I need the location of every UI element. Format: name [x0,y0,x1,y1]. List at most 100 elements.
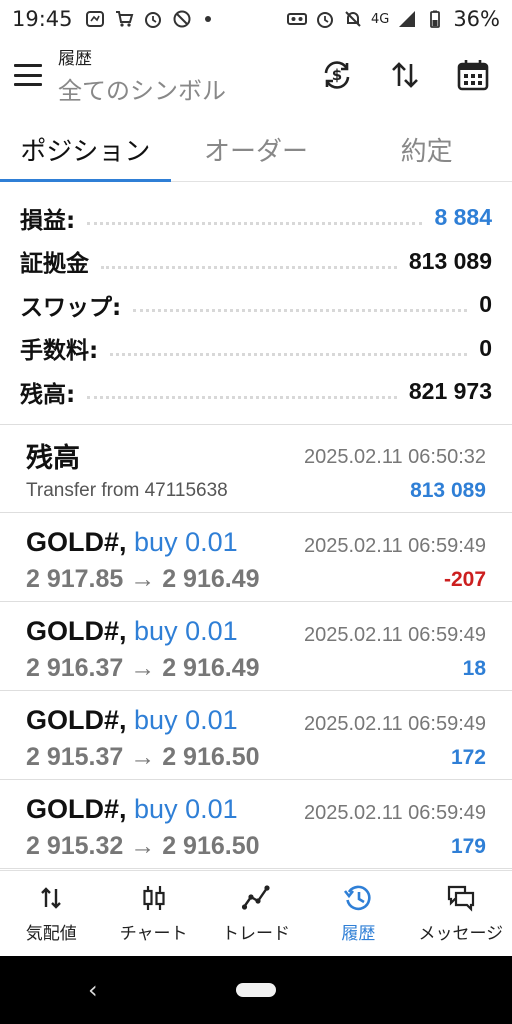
tab-deals[interactable]: 約定 [341,118,512,181]
leader-dots [110,352,468,356]
menu-icon[interactable] [14,64,42,86]
summary-row-swap: スワップ: 0 [0,283,512,327]
item-symbol: GOLD#, [26,527,127,557]
tab-positions[interactable]: ポジション [0,118,171,182]
more-notifications-dot [204,16,211,22]
item-timestamp: 2025.02.11 06:59:49 [303,802,486,824]
system-nav-bar: ‹ [0,956,512,1024]
app-notification-icon [85,11,104,27]
system-icons: 4G 36% [286,7,500,31]
alarm-small-icon [316,12,333,28]
nav-history[interactable]: 履歴 [307,871,409,956]
summary-label: 残高: [20,381,76,408]
item-prices: 2 915.32 → 2 916.50 [26,832,260,860]
list-item[interactable]: GOLD#, buy 0.01 2 917.85 → 2 916.49 2025… [0,513,512,602]
nav-label: 気配値 [25,924,77,944]
history-icon [344,885,371,911]
item-symbol: GOLD#, [26,794,127,824]
item-timestamp: 2025.02.11 06:59:49 [303,713,486,735]
trade-icon [241,885,270,910]
tab-bar: ポジション オーダー 約定 [0,118,512,182]
leader-dots [87,396,397,400]
quotes-icon [41,887,62,909]
blocked-icon [173,10,191,28]
nav-trade[interactable]: トレード [205,871,307,956]
item-timestamp: 2025.02.11 06:50:32 [303,446,486,468]
signal-icon [399,11,416,27]
battery-percent: 36% [453,7,500,31]
network-type: 4G [370,11,390,27]
item-title: GOLD#, buy 0.01 [26,616,238,647]
summary-value: 8 884 [434,204,492,231]
summary-label: 手数料: [20,338,99,365]
list-item[interactable]: GOLD#, buy 0.01 2 915.37 → 2 916.50 2025… [0,691,512,780]
app-bar: 履歴 全てのシンボル $ [0,38,512,112]
calendar-icon[interactable] [456,58,490,92]
history-list: 残高 Transfer from 47115638 2025.02.11 06:… [0,424,512,869]
item-title: 残高 [26,443,80,474]
item-type: buy 0.01 [134,616,238,646]
nav-label: 履歴 [341,924,376,944]
sort-icon[interactable] [388,58,422,92]
alarm-icon [144,12,161,28]
nav-messages[interactable]: メッセージ [410,871,512,956]
summary-row-profit: 損益: 8 884 [0,196,512,240]
summary-label: スワップ: [20,294,122,321]
item-amount: -207 [443,568,486,591]
list-item[interactable]: GOLD#, buy 0.01 2 915.32 → 2 916.50 2025… [0,780,512,869]
summary-row-commission: 手数料: 0 [0,327,512,371]
bottom-nav: 気配値 チャート トレード 履歴 メッセージ [0,870,512,956]
voicemail-icon [286,13,307,25]
summary-value: 813 089 [408,247,492,274]
item-prices: 2 917.85 → 2 916.49 [26,565,260,593]
chart-candles-icon [143,886,165,910]
back-icon[interactable]: ‹ [88,976,98,1004]
nav-label: チャート [119,924,188,944]
summary-value: 0 [479,334,492,361]
item-prices: 2 916.37 → 2 916.49 [26,654,260,682]
currency-sync-icon[interactable]: $ [320,58,354,92]
item-timestamp: 2025.02.11 06:59:49 [303,624,486,646]
leader-dots [133,309,468,313]
summary-row-balance: 残高: 821 973 [0,370,512,414]
title-group[interactable]: 履歴 全てのシンボル [58,44,226,106]
nav-label: メッセージ [418,924,504,944]
cart-icon [115,11,133,27]
item-title: GOLD#, buy 0.01 [26,794,238,825]
item-type: buy 0.01 [134,794,238,824]
summary-label: 損益: [20,207,76,234]
status-bar: 19:45 4G 36% [0,0,512,38]
item-prices: 2 915.37 → 2 916.50 [26,743,260,771]
item-type: buy 0.01 [134,705,238,735]
status-time: 19:45 [12,7,73,31]
svg-text:$: $ [332,66,342,84]
nav-chart[interactable]: チャート [102,871,204,956]
mute-icon [345,11,361,27]
item-amount: 172 [450,746,486,769]
item-title: GOLD#, buy 0.01 [26,527,238,558]
nav-quotes[interactable]: 気配値 [0,871,102,956]
list-item[interactable]: 残高 Transfer from 47115638 2025.02.11 06:… [0,424,512,513]
messages-icon [447,885,474,912]
summary-value: 0 [479,291,492,318]
item-amount: 813 089 [410,479,486,502]
summary-panel: 損益: 8 884 証拠金 813 089 スワップ: 0 手数料: 0 残高:… [0,196,512,414]
summary-label: 証拠金 [20,251,89,278]
summary-row-margin: 証拠金 813 089 [0,240,512,284]
item-title: GOLD#, buy 0.01 [26,705,238,736]
symbol-filter-title: 全てのシンボル [58,77,226,105]
item-subtitle: Transfer from 47115638 [26,480,228,501]
item-amount: 18 [462,657,486,680]
leader-dots [87,222,423,226]
leader-dots [101,265,397,269]
item-amount: 179 [450,835,486,858]
item-symbol: GOLD#, [26,616,127,646]
item-symbol: GOLD#, [26,705,127,735]
page-title: 履歴 [58,49,92,69]
summary-value: 821 973 [408,378,492,405]
home-button[interactable] [236,983,276,997]
list-item[interactable]: GOLD#, buy 0.01 2 916.37 → 2 916.49 2025… [0,602,512,691]
tab-orders[interactable]: オーダー [171,118,342,181]
battery-icon [430,10,441,28]
item-type: buy 0.01 [134,527,238,557]
